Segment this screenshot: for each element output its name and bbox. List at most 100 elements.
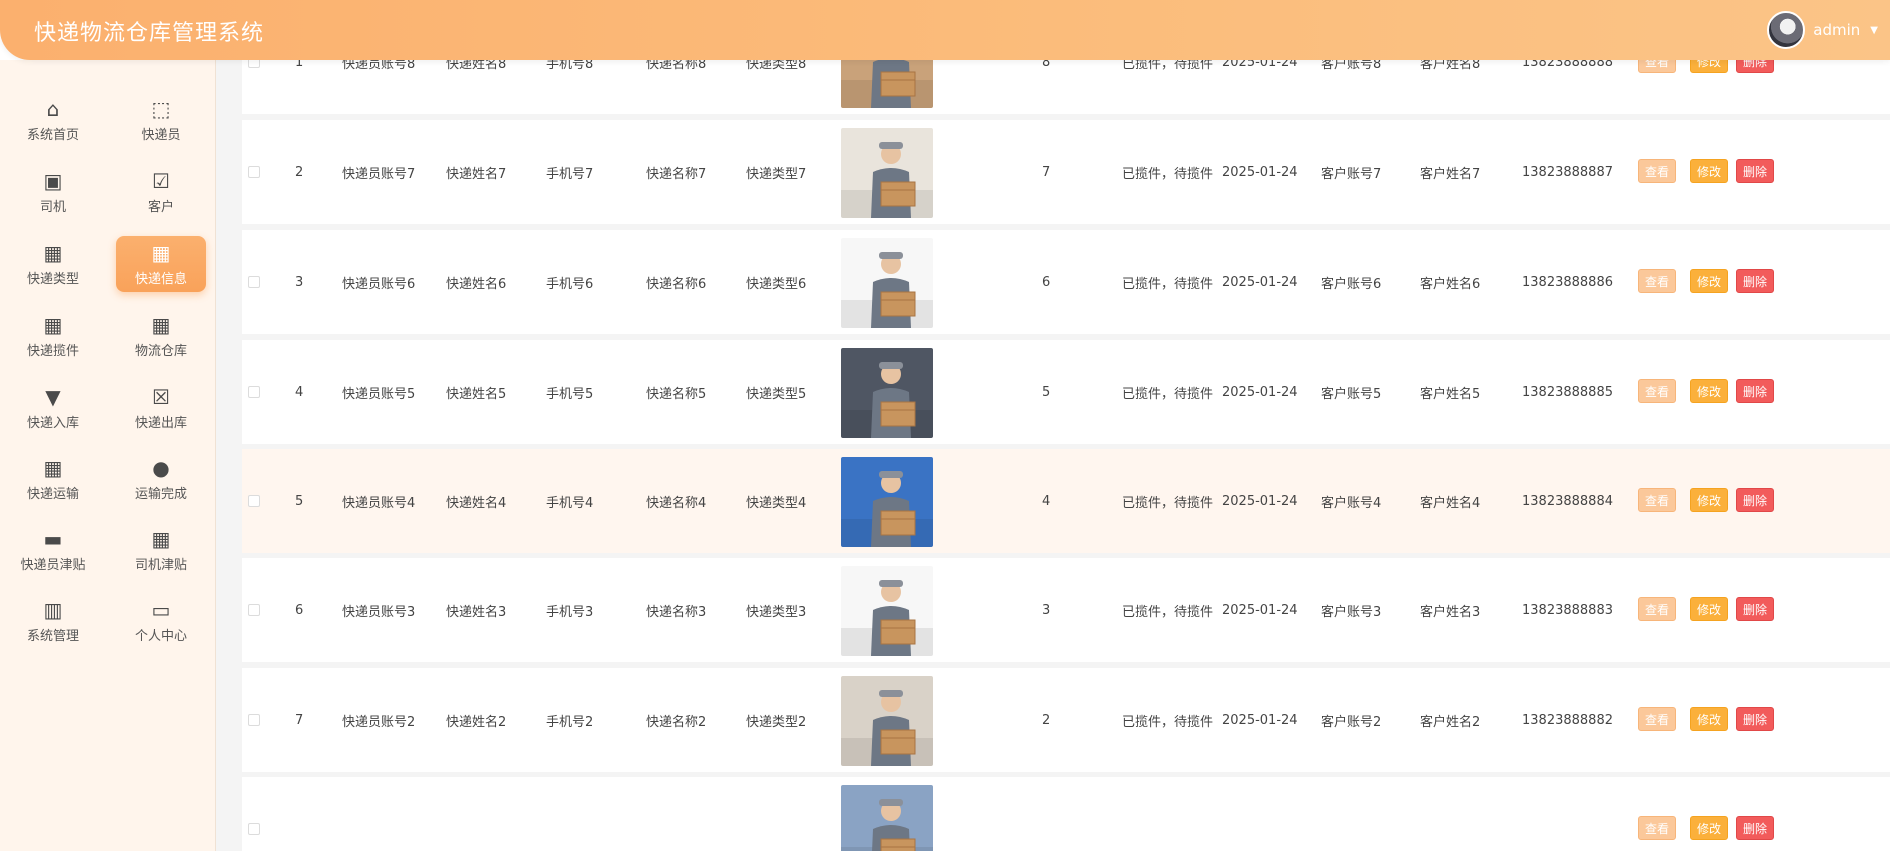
sidebar-item-label: 快递揽件 <box>26 343 79 359</box>
avatar[interactable] <box>1767 11 1806 49</box>
express-name-cell: 快递名称8 <box>646 60 707 72</box>
express-type-cell: 快递类型8 <box>746 60 807 72</box>
sidebar-item-5[interactable]: ▦ 快递类型 <box>8 236 98 292</box>
sidebar-item-9[interactable]: ▼ 快递入库 <box>8 380 98 436</box>
sidebar-item-16[interactable]: ▭ 个人中心 <box>116 593 206 649</box>
view-button[interactable]: 查看 <box>1638 269 1677 293</box>
chevron-down-icon[interactable]: ▼ <box>1870 25 1878 36</box>
row-checkbox[interactable] <box>248 60 260 68</box>
customer-account-cell: 客户账号3 <box>1321 604 1382 620</box>
row-checkbox[interactable] <box>248 386 260 398</box>
view-button[interactable]: 查看 <box>1638 488 1677 512</box>
sidebar-item-2[interactable]: ⬚ 快递员 <box>116 92 206 148</box>
sidebar-item-14[interactable]: ▦ 司机津贴 <box>116 522 206 578</box>
home-icon: ⌂ <box>46 96 60 121</box>
view-button[interactable]: 查看 <box>1638 159 1677 183</box>
sidebar-item-8[interactable]: ▦ 物流仓库 <box>116 308 206 364</box>
sidebar-item-label: 司机 <box>39 199 66 215</box>
sidebar-item-label: 快递信息 <box>134 271 187 287</box>
customer-phone-cell: 13823888888 <box>1522 60 1613 70</box>
sidebar-item-10[interactable]: ☒ 快递出库 <box>116 380 206 436</box>
sidebar-item-label: 司机津贴 <box>134 557 187 573</box>
delete-button[interactable]: 删除 <box>1736 379 1775 403</box>
phone-cell: 手机号7 <box>546 166 594 182</box>
row-checkbox[interactable] <box>248 495 260 507</box>
customer-phone-cell: 13823888885 <box>1522 384 1613 400</box>
sidebar-item-label: 个人中心 <box>134 628 187 644</box>
table-row[interactable]: 4 快递员账号5 快递姓名5 手机号5 快递名称5 快递类型5 5 已揽件，待揽件 2025-0… <box>242 340 1890 444</box>
grid-icon: ▦ <box>43 312 63 337</box>
row-checkbox[interactable] <box>248 823 260 835</box>
phone-cell: 手机号4 <box>546 495 594 511</box>
sidebar-item-15[interactable]: ▥ 系统管理 <box>8 593 98 649</box>
table-row[interactable]: 5 快递员账号4 快递姓名4 手机号4 快递名称4 快递类型4 4 已揽件，待揽件 2025-0… <box>242 449 1890 553</box>
view-button[interactable]: 查看 <box>1638 816 1677 840</box>
customer-account-cell: 客户账号7 <box>1321 166 1382 182</box>
sidebar-item-label: 快递类型 <box>26 271 79 287</box>
courier-photo <box>841 676 933 766</box>
user-menu[interactable]: admin ▼ <box>1767 10 1878 50</box>
grid-icon: ▦ <box>43 455 63 480</box>
customer-phone-cell: 13823888887 <box>1522 164 1613 180</box>
edit-button[interactable]: 修改 <box>1690 159 1729 183</box>
sidebar-item-13[interactable]: ▬ 快递员津贴 <box>8 522 98 578</box>
delete-button[interactable]: 删除 <box>1736 159 1775 183</box>
delete-button[interactable]: 删除 <box>1736 707 1775 731</box>
edit-button[interactable]: 修改 <box>1690 707 1729 731</box>
edit-button[interactable]: 修改 <box>1690 269 1729 293</box>
user-icon: ● <box>152 455 170 480</box>
sidebar-item-4[interactable]: ☑ 客户 <box>116 164 206 220</box>
customer-name-cell: 客户姓名2 <box>1420 714 1481 730</box>
courier-account-cell: 快递员账号3 <box>342 604 416 620</box>
row-checkbox[interactable] <box>248 276 260 288</box>
sidebar-item-label: 快递出库 <box>134 415 187 431</box>
delete-button[interactable]: 删除 <box>1736 597 1775 621</box>
delete-button[interactable]: 删除 <box>1736 269 1775 293</box>
courier-photo <box>841 348 933 438</box>
row-index: 2 <box>295 164 304 180</box>
view-button[interactable]: 查看 <box>1638 707 1677 731</box>
edit-button[interactable]: 修改 <box>1690 816 1729 840</box>
status-cell: 已揽件，待揽件 <box>1122 714 1214 730</box>
quantity-cell: 7 <box>1042 164 1051 180</box>
username[interactable]: admin <box>1813 21 1860 39</box>
sidebar-item-label: 系统管理 <box>26 628 79 644</box>
table-row[interactable]: 3 快递员账号6 快递姓名6 手机号6 快递名称6 快递类型6 6 已揽件，待揽件 2025-0… <box>242 230 1890 334</box>
customer-account-cell: 客户账号8 <box>1321 60 1382 72</box>
courier-account-cell: 快递员账号6 <box>342 276 416 292</box>
row-checkbox[interactable] <box>248 604 260 616</box>
express-name-cell: 快递名称6 <box>646 276 707 292</box>
edit-button[interactable]: 修改 <box>1690 488 1729 512</box>
edit-button[interactable]: 修改 <box>1690 60 1729 73</box>
edit-button[interactable]: 修改 <box>1690 597 1729 621</box>
customer-name-cell: 客户姓名5 <box>1420 386 1481 402</box>
view-button[interactable]: 查看 <box>1638 60 1677 73</box>
row-checkbox[interactable] <box>248 166 260 178</box>
view-button[interactable]: 查看 <box>1638 597 1677 621</box>
courier-photo <box>841 60 933 108</box>
delete-button[interactable]: 删除 <box>1736 816 1775 840</box>
delete-button[interactable]: 删除 <box>1736 60 1775 73</box>
sidebar-item-label: 运输完成 <box>134 486 187 502</box>
table-row[interactable]: 1 快递员账号8 快递姓名8 手机号8 快递名称8 快递类型8 8 已揽件，待揽件 2025-0… <box>242 60 1890 114</box>
clipboard-icon: ▣ <box>43 168 63 193</box>
date-cell: 2025-01-24 <box>1222 602 1298 618</box>
table-row[interactable]: 2 快递员账号7 快递姓名7 手机号7 快递名称7 快递类型7 7 已揽件，待揽件 2025-0… <box>242 120 1890 224</box>
sidebar-item-7[interactable]: ▦ 快递揽件 <box>8 308 98 364</box>
sidebar-item-3[interactable]: ▣ 司机 <box>8 164 98 220</box>
view-button[interactable]: 查看 <box>1638 379 1677 403</box>
table-row[interactable]: 6 快递员账号3 快递姓名3 手机号3 快递名称3 快递类型3 3 已揽件，待揽件 2025-0… <box>242 558 1890 662</box>
express-type-cell: 快递类型4 <box>746 495 807 511</box>
sidebar-item-6[interactable]: ▦ 快递信息 <box>116 236 206 292</box>
delete-button[interactable]: 删除 <box>1736 488 1775 512</box>
sidebar-item-12[interactable]: ● 运输完成 <box>116 451 206 507</box>
row-checkbox[interactable] <box>248 714 260 726</box>
edit-button[interactable]: 修改 <box>1690 379 1729 403</box>
sidebar-item-1[interactable]: ⌂ 系统首页 <box>8 92 98 148</box>
row-index: 6 <box>295 602 304 618</box>
table-row[interactable]: 7 快递员账号2 快递姓名2 手机号2 快递名称2 快递类型2 2 已揽件，待揽件 2025-0… <box>242 668 1890 772</box>
table-row[interactable]: 查看 修改 删除 <box>242 777 1890 851</box>
courier-name-cell: 快递姓名6 <box>446 276 507 292</box>
customer-name-cell: 客户姓名7 <box>1420 166 1481 182</box>
sidebar-item-11[interactable]: ▦ 快递运输 <box>8 451 98 507</box>
